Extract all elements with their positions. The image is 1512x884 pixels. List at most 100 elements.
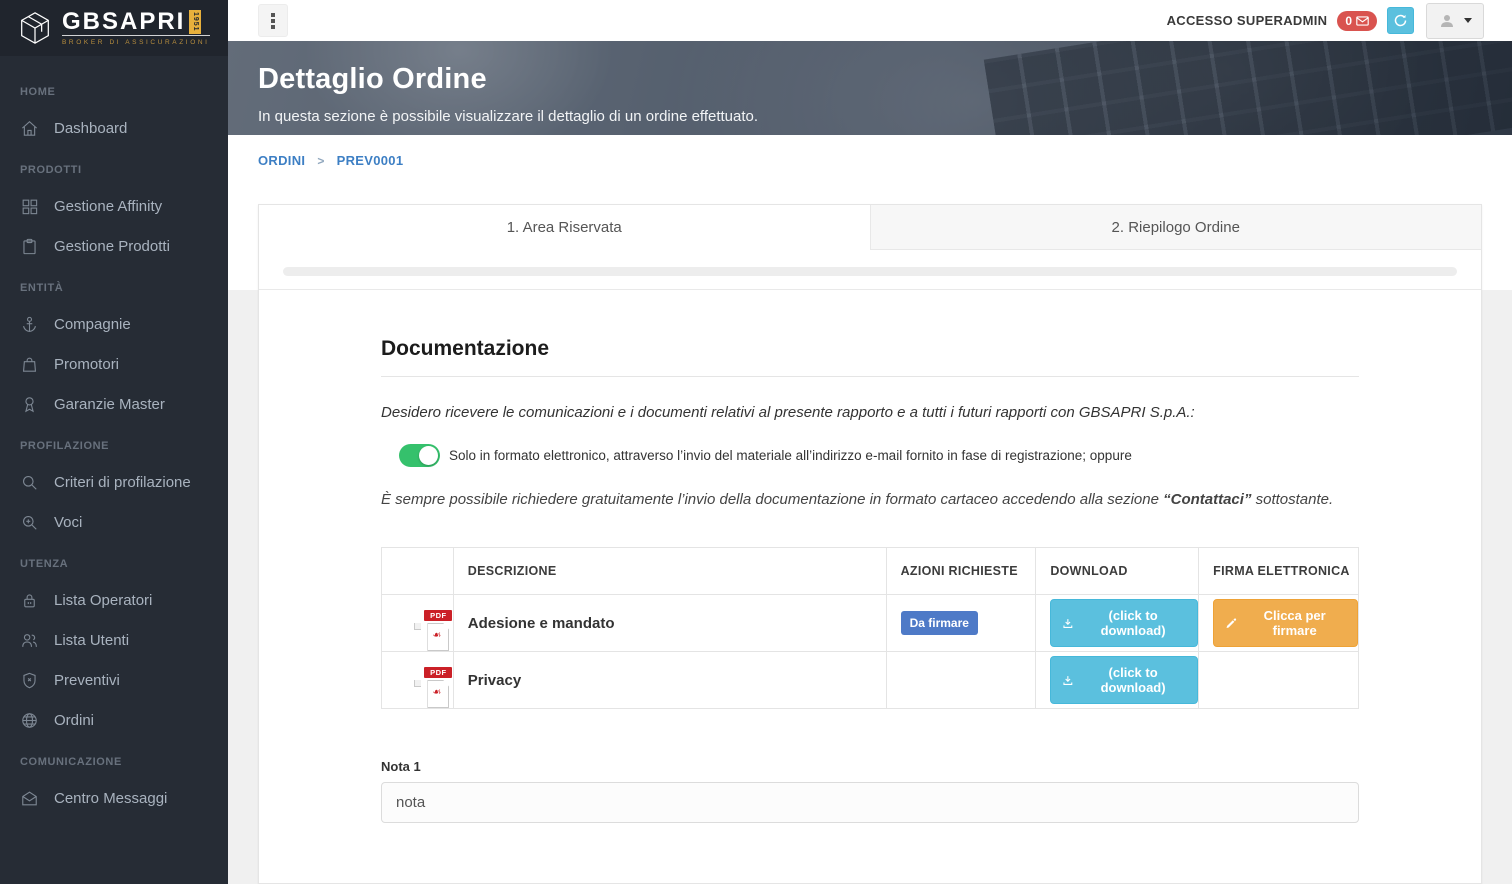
sidebar-item-dashboard[interactable]: Dashboard bbox=[0, 108, 228, 148]
sidebar-item-centro-messaggi[interactable]: Centro Messaggi bbox=[0, 778, 228, 818]
ribbon-icon bbox=[20, 395, 39, 414]
section-profilazione: PROFILAZIONE bbox=[20, 440, 110, 452]
sidebar-item-gestione-affinity[interactable]: Gestione Affinity bbox=[0, 186, 228, 226]
paper-format-note: È sempre possibile richiedere gratuitame… bbox=[381, 491, 1359, 508]
ellipsis-dot bbox=[271, 18, 275, 23]
grid-icon bbox=[20, 197, 39, 216]
table-row: ☙ PDF Adesione e mandato Da firmare (cli… bbox=[381, 594, 1359, 652]
brand-name: GBSAPRI bbox=[62, 8, 186, 35]
nota1-label: Nota 1 bbox=[381, 759, 421, 774]
download-button[interactable]: (click to download) bbox=[1050, 656, 1199, 704]
note-text: sottostante. bbox=[1251, 491, 1334, 508]
user-menu-button[interactable] bbox=[1426, 2, 1484, 39]
mail-open-icon bbox=[20, 789, 39, 808]
documents-table: DESCRIZIONE AZIONI RICHIESTE DOWNLOAD FI… bbox=[381, 547, 1359, 709]
anchor-icon bbox=[20, 315, 39, 334]
shield-icon bbox=[20, 671, 39, 690]
user-icon bbox=[1441, 14, 1453, 27]
status-badge: Da firmare bbox=[900, 611, 978, 635]
sidebar-toggle-button[interactable] bbox=[258, 4, 288, 38]
sidebar-item-label: Voci bbox=[54, 513, 83, 531]
sidebar-nav: HOME Dashboard PRODOTTI Gestione Affinit… bbox=[0, 56, 228, 818]
access-level-label: ACCESSO SUPERADMIN bbox=[1166, 13, 1328, 29]
wizard-card: 1. Area Riservata 2. Riepilogo Ordine Do… bbox=[258, 204, 1482, 884]
breadcrumb-prev0001[interactable]: PREV0001 bbox=[337, 153, 404, 168]
sidebar-item-label: Garanzie Master bbox=[54, 395, 165, 413]
sidebar-item-garanzie-master[interactable]: Garanzie Master bbox=[0, 384, 228, 424]
divider bbox=[381, 376, 1359, 377]
messages-count: 0 bbox=[1345, 13, 1352, 28]
document-description: Privacy bbox=[452, 651, 887, 709]
wizard-progress bbox=[259, 250, 1481, 290]
brand-year-badge: 1951 bbox=[189, 10, 202, 34]
tab-area-riservata[interactable]: 1. Area Riservata bbox=[259, 205, 870, 250]
content-area: ORDINI > PREV0001 1. Area Riservata 2. R… bbox=[228, 135, 1512, 884]
sidebar-item-label: Dashboard bbox=[54, 119, 128, 137]
chevron-down-icon bbox=[1464, 18, 1472, 24]
sidebar-item-label: Compagnie bbox=[54, 315, 131, 333]
clipboard-icon bbox=[20, 237, 39, 256]
documentation-intro: Desidero ricevere le comunicazioni e i d… bbox=[381, 404, 1195, 421]
lock-icon bbox=[20, 591, 39, 610]
home-icon bbox=[20, 119, 39, 138]
breadcrumb-ordini[interactable]: ORDINI bbox=[258, 153, 305, 168]
sidebar-item-gestione-prodotti[interactable]: Gestione Prodotti bbox=[0, 226, 228, 266]
electronic-format-toggle[interactable] bbox=[399, 444, 440, 467]
breadcrumb: ORDINI > PREV0001 bbox=[228, 135, 1512, 168]
sidebar-item-preventivi[interactable]: Preventivi bbox=[0, 660, 228, 700]
progress-bar-track bbox=[283, 267, 1457, 276]
nota1-input[interactable] bbox=[381, 782, 1359, 823]
globe-icon bbox=[20, 711, 39, 730]
download-button-label: (click to download) bbox=[1100, 608, 1166, 638]
electronic-format-label: Solo in formato elettronico, attraverso … bbox=[449, 448, 1132, 463]
toggle-knob bbox=[419, 446, 438, 465]
sidebar-item-ordini[interactable]: Ordini bbox=[0, 700, 228, 740]
tab-riepilogo-ordine[interactable]: 2. Riepilogo Ordine bbox=[869, 205, 1481, 250]
sidebar-item-voci[interactable]: Voci bbox=[0, 502, 228, 542]
table-row: ☙ PDF Privacy (click to download) bbox=[381, 651, 1359, 709]
header-icon-col bbox=[381, 547, 454, 595]
document-description: Adesione e mandato bbox=[452, 594, 887, 652]
sidebar-item-compagnie[interactable]: Compagnie bbox=[0, 304, 228, 344]
refresh-button[interactable] bbox=[1387, 7, 1414, 35]
sign-button-label: Clicca per firmare bbox=[1263, 608, 1326, 638]
note-text: È sempre possibile richiedere gratuitame… bbox=[381, 491, 1164, 508]
header-azioni-richieste: AZIONI RICHIESTE bbox=[885, 547, 1037, 595]
bag-icon bbox=[20, 355, 39, 374]
sidebar-item-label: Lista Utenti bbox=[54, 631, 130, 649]
sidebar-item-label: Promotori bbox=[54, 355, 120, 373]
sidebar-item-lista-operatori[interactable]: Lista Operatori bbox=[0, 580, 228, 620]
pencil-icon bbox=[1226, 617, 1237, 628]
header-download: DOWNLOAD bbox=[1035, 547, 1200, 595]
sign-button[interactable]: Clicca per firmare bbox=[1213, 599, 1358, 647]
sidebar-item-label: Centro Messaggi bbox=[54, 789, 168, 807]
sidebar-item-promotori[interactable]: Promotori bbox=[0, 344, 228, 384]
wizard-tabs: 1. Area Riservata 2. Riepilogo Ordine bbox=[259, 205, 1481, 250]
header-descrizione: DESCRIZIONE bbox=[452, 547, 887, 595]
breadcrumb-separator: > bbox=[317, 153, 325, 168]
messages-badge[interactable]: 0 bbox=[1337, 10, 1377, 31]
refresh-icon bbox=[1394, 14, 1407, 27]
brand-logo[interactable]: GBSAPRI 1951 BROKER DI ASSICURAZIONI bbox=[0, 0, 228, 56]
header-firma-elettronica: FIRMA ELETTRONICA bbox=[1198, 547, 1359, 595]
ellipsis-dot bbox=[271, 24, 275, 29]
envelope-icon bbox=[1356, 16, 1369, 26]
search-plus-icon bbox=[20, 513, 39, 532]
sidebar-item-label: Gestione Affinity bbox=[54, 197, 163, 215]
sidebar-item-lista-utenti[interactable]: Lista Utenti bbox=[0, 620, 228, 660]
page-title: Dettaglio Ordine bbox=[258, 63, 487, 96]
note-bold-text: “Contattaci” bbox=[1163, 491, 1252, 508]
sidebar-item-label: Gestione Prodotti bbox=[54, 237, 170, 255]
sidebar-item-label: Lista Operatori bbox=[54, 591, 153, 609]
people-icon bbox=[20, 631, 39, 650]
brand-tagline: BROKER DI ASSICURAZIONI bbox=[62, 39, 210, 46]
section-prodotti: PRODOTTI bbox=[20, 164, 82, 176]
page-subtitle: In questa sezione è possibile visualizza… bbox=[258, 108, 759, 126]
download-button-label: (click to download) bbox=[1100, 665, 1166, 695]
sidebar-item-criteri-profilazione[interactable]: Criteri di profilazione bbox=[0, 462, 228, 502]
download-button[interactable]: (click to download) bbox=[1050, 599, 1199, 647]
download-icon bbox=[1063, 675, 1073, 685]
topbar: ACCESSO SUPERADMIN 0 bbox=[228, 0, 1512, 42]
section-utenza: UTENZA bbox=[20, 558, 69, 570]
page-hero: Dettaglio Ordine In questa sezione è pos… bbox=[228, 41, 1512, 135]
